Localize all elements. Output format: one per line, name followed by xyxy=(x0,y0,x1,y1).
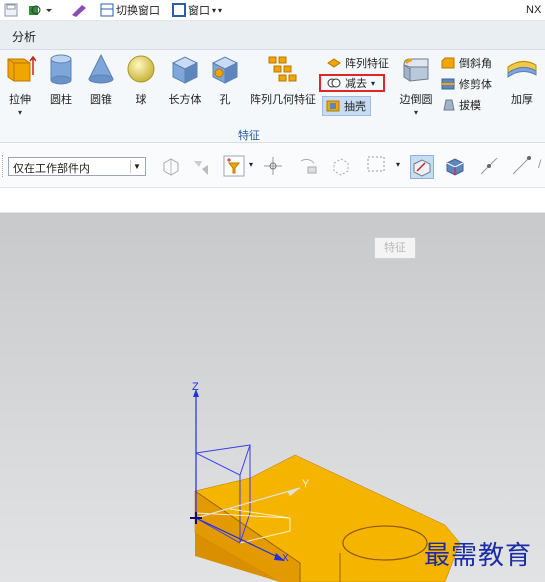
line-endpoint-icon[interactable] xyxy=(510,155,532,177)
axis-x-label: X xyxy=(282,553,289,564)
save-icon[interactable] xyxy=(4,2,18,18)
cursor-filter-icon[interactable] xyxy=(190,155,212,177)
snap-point-icon[interactable] xyxy=(262,155,284,177)
sphere-button[interactable]: 球 xyxy=(121,53,161,107)
chamfer-button[interactable]: 倒斜角 xyxy=(441,55,492,71)
pattern-feature-label: 阵列特征 xyxy=(345,58,389,70)
pattern-feature-button[interactable]: 阵列特征 xyxy=(327,55,389,71)
window-menu-button[interactable]: 窗口 ▾ ▾ xyxy=(172,2,222,18)
switch-window-label: 切换窗口 xyxy=(116,5,160,17)
cone-label: 圆锥 xyxy=(90,94,112,106)
quick-access-toolbar: 切换窗口 窗口 ▾ ▾ NX xyxy=(0,0,545,21)
subtract-button[interactable]: 减去 ▾ xyxy=(319,74,385,92)
trim-body-icon xyxy=(441,78,455,90)
thicken-icon xyxy=(506,53,538,85)
ribbon-feature-group: 拉伸 ▾ 圆柱 圆锥 球 长方体 孔 阵列几何特征 阵列特征 减去 ▾ 抽壳 边… xyxy=(0,50,545,143)
ribbon-tab-strip: 分析 xyxy=(0,21,545,50)
filter-funnel-icon[interactable] xyxy=(223,155,245,177)
trim-body-button[interactable]: 修剪体 xyxy=(441,76,492,92)
selection-scope-dropdown[interactable]: 仅在工作部件内 ▼ xyxy=(8,157,146,176)
trim-body-label: 修剪体 xyxy=(459,79,492,91)
part-model[interactable]: Z Y X xyxy=(0,213,545,582)
axis-y-label: Y xyxy=(302,478,310,490)
extrude-button[interactable]: 拉伸 ▾ xyxy=(0,53,40,117)
separator-strip xyxy=(0,188,545,213)
pattern-feature-icon xyxy=(327,58,341,68)
shell-label: 抽壳 xyxy=(344,101,366,113)
line-point-icon[interactable] xyxy=(478,155,500,177)
chevron-down-icon: ▾ xyxy=(212,5,217,15)
chevron-down-icon[interactable]: ▾ xyxy=(396,160,400,169)
sphere-icon xyxy=(125,53,157,85)
shaded-body-icon[interactable] xyxy=(444,155,466,177)
selection-scope-value: 仅在工作部件内 xyxy=(13,163,90,175)
sphere-label: 球 xyxy=(135,94,147,106)
cylinder-button[interactable]: 圆柱 xyxy=(41,53,81,107)
toolbar-grip xyxy=(2,155,5,177)
window-menu-label: 窗口 xyxy=(188,5,210,17)
cone-button[interactable]: 圆锥 xyxy=(81,53,121,107)
select-face-icon[interactable] xyxy=(410,155,434,179)
pattern-geometry-label: 阵列几何特征 xyxy=(250,94,316,106)
chamfer-label: 倒斜角 xyxy=(459,58,492,70)
chevron-down-icon: ▾ xyxy=(413,108,418,117)
thicken-label: 加厚 xyxy=(511,94,533,106)
shell-icon xyxy=(326,100,340,112)
axis-z-label: Z xyxy=(192,381,199,393)
subtract-icon xyxy=(327,78,341,88)
draft-icon xyxy=(443,99,455,111)
draft-button[interactable]: 拔模 xyxy=(441,97,481,113)
chevron-down-icon: ▾ xyxy=(218,5,223,15)
cylinder-label: 圆柱 xyxy=(50,94,72,106)
curve-rule-icon[interactable] xyxy=(298,155,320,177)
select-feature-icon[interactable] xyxy=(160,155,182,177)
feature-group-label: 特征 xyxy=(238,130,260,142)
block-icon xyxy=(169,53,201,85)
tab-analysis[interactable]: 分析 xyxy=(12,28,36,45)
hole-button[interactable]: 孔 xyxy=(205,53,245,107)
extrude-label: 拉伸 xyxy=(9,94,31,106)
chamfer-icon xyxy=(441,57,455,69)
watermark-text: 最需教育 xyxy=(424,541,533,571)
chevron-down-icon[interactable]: ▾ xyxy=(249,160,253,169)
switch-window-button[interactable]: 切换窗口 xyxy=(100,2,160,18)
hole-label: 孔 xyxy=(219,94,231,106)
selection-toolbar: 仅在工作部件内 ▼ ▾ ▾ / xyxy=(0,143,545,188)
cylinder-icon xyxy=(45,53,77,85)
more-tools-icon[interactable]: / xyxy=(538,157,541,171)
box-select-icon[interactable] xyxy=(366,155,388,177)
block-label: 长方体 xyxy=(168,94,202,106)
chevron-down-icon: ▼ xyxy=(130,160,143,173)
chevron-down-icon: ▾ xyxy=(17,108,22,117)
block-button[interactable]: 长方体 xyxy=(165,53,205,107)
edge-blend-button[interactable]: 边倒圆 ▾ xyxy=(396,53,436,117)
cone-icon xyxy=(85,53,117,85)
subtract-label: 减去 xyxy=(345,78,367,90)
thicken-button[interactable]: 加厚 xyxy=(502,53,542,107)
shell-button[interactable]: 抽壳 xyxy=(322,96,371,116)
body-select-icon[interactable] xyxy=(330,155,352,177)
graphics-viewport[interactable]: 特征 Z Y X 最需教育 xyxy=(0,213,545,582)
undo-icon[interactable] xyxy=(28,2,52,18)
chevron-down-icon: ▾ xyxy=(371,78,376,88)
edge-blend-label: 边倒圆 xyxy=(399,94,433,106)
edge-blend-icon xyxy=(400,53,432,85)
app-brand: NX xyxy=(526,4,542,16)
hole-icon xyxy=(209,53,241,85)
pattern-geometry-icon xyxy=(266,53,298,85)
pen-icon[interactable] xyxy=(70,2,88,18)
extrude-icon xyxy=(4,53,37,85)
pattern-geometry-button[interactable]: 阵列几何特征 xyxy=(250,53,316,107)
draft-label: 拔模 xyxy=(459,100,481,112)
